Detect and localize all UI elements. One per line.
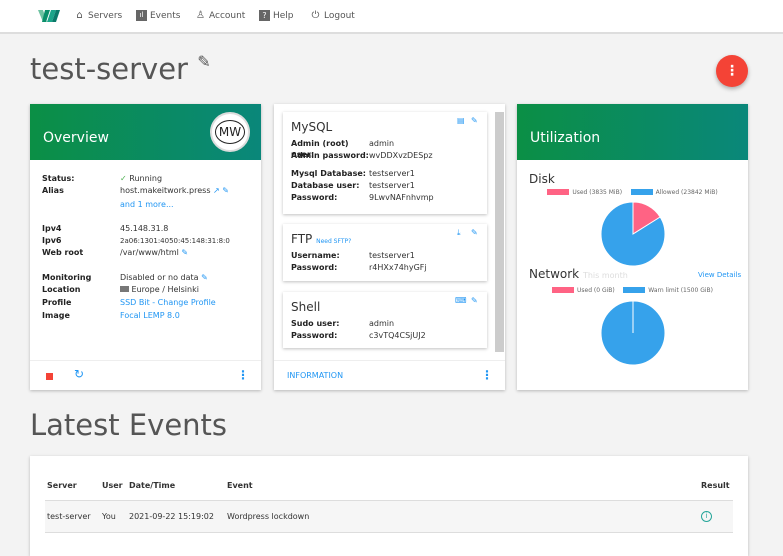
edit-ftp-icon[interactable]: ✎ [471, 228, 478, 237]
help-icon: ? [259, 10, 270, 21]
edit-shell-icon[interactable]: ✎ [471, 296, 478, 305]
nav-account[interactable]: ♙ Account [195, 10, 245, 21]
need-sftp-link[interactable]: Need SFTP? [316, 238, 351, 245]
nav-help[interactable]: ? Help [259, 10, 294, 21]
alias-row: Alias host.makeitwork.press ↗ ✎ [42, 186, 229, 195]
legend-item[interactable]: Allowed (23842 MiB) [630, 189, 718, 196]
ftp-title: FTP Need SFTP? [291, 232, 352, 246]
database-icon[interactable]: ▤ [457, 116, 465, 125]
status-row: Status: ✓ Running [42, 174, 163, 183]
ipv6-row: Ipv6 2a06:1301:4050:45:148:31:8:0 [42, 236, 230, 245]
server-menu-button[interactable]: ⋮ [716, 55, 748, 87]
mysql-title: MySQL [291, 120, 333, 134]
logo[interactable] [38, 8, 60, 24]
utilization-card: Utilization Disk Used (3835 MiB) Allowed… [517, 104, 748, 390]
image-link[interactable]: Focal LEMP 8.0 [120, 310, 180, 322]
information-card: MySQL ▤ ✎ Admin (root) user: admin Admin p… [274, 104, 505, 390]
edit-webroot-icon[interactable]: ✎ [181, 248, 188, 257]
edit-icon[interactable]: ✎ [197, 52, 210, 71]
webroot-row: Web root/var/www/html ✎ [42, 248, 189, 257]
monitoring-row: Monitoring Disabled or no data ✎ [42, 273, 208, 282]
col-user: User [102, 481, 123, 491]
cell-user: You [100, 499, 127, 533]
nav-events[interactable]: ıl Events [136, 10, 180, 21]
shell-card: Shell ⌨ ✎ Sudo user: admin Password: c3vTQ4… [283, 292, 487, 348]
home-icon: ⌂ [76, 10, 83, 21]
utilization-title: Utilization [530, 130, 601, 146]
overview-card: Overview MW Status: ✓ Running Alias host.m… [30, 104, 261, 390]
disk-pie [600, 201, 666, 267]
col-server: Server [47, 481, 77, 491]
overview-menu-button[interactable]: ⋮ [237, 368, 249, 382]
legend-item[interactable]: Used (0 GiB) [551, 287, 615, 294]
events-card: Server User Date/Time Event Result test-… [30, 456, 748, 556]
restart-button[interactable]: ↻ [74, 367, 84, 381]
server-logo: MW [210, 112, 250, 152]
edit-mysql-icon[interactable]: ✎ [471, 116, 478, 125]
legend-item[interactable]: Used (3835 MiB) [547, 189, 622, 196]
profile-row: Profile SSD Bit - Change Profile [42, 297, 216, 309]
overview-footer: ↻ ⋮ [30, 360, 261, 390]
stop-button[interactable] [46, 373, 53, 380]
top-nav: ⌂ Servers ıl Events ♙ Account ? Help ⏻ Logout [0, 0, 783, 34]
cell-result: i [699, 499, 733, 533]
ipv4-row: Ipv4 45.148.31.8 [42, 224, 169, 233]
info-footer: INFORMATION ⋮ [274, 360, 505, 390]
edit-monitoring-icon[interactable]: ✎ [201, 273, 208, 282]
info-icon[interactable]: i [701, 510, 712, 522]
power-icon: ⏻ [311, 10, 320, 21]
network-pie [600, 300, 666, 366]
nav-servers[interactable]: ⌂ Servers [74, 10, 122, 21]
nav-logout[interactable]: ⏻ Logout [310, 10, 355, 21]
cell-event: Wordpress lockdown [225, 499, 699, 533]
download-icon[interactable]: ⤓ [457, 228, 461, 238]
events-title: Latest Events [30, 408, 228, 442]
check-icon: ✓ [120, 174, 130, 183]
cell-server: test-server [45, 499, 100, 533]
image-row: Image Focal LEMP 8.0 [42, 310, 180, 322]
info-menu-button[interactable]: ⋮ [481, 368, 493, 382]
alias-more: and 1 more... [42, 199, 174, 211]
user-icon: ♙ [196, 10, 205, 21]
cell-datetime: 2021-09-22 15:19:02 [127, 499, 225, 533]
col-result: Result [701, 481, 730, 491]
utilization-header: Utilization [517, 104, 748, 160]
chart-icon: ıl [136, 10, 147, 21]
ftp-card: FTP Need SFTP? ⤓ ✎ Username: testserver1 P… [283, 224, 487, 281]
table-row[interactable]: test-server You 2021-09-22 15:19:02 Word… [45, 499, 733, 533]
disk-legend: Used (3835 MiB) Allowed (23842 MiB) [517, 188, 748, 197]
keyboard-icon[interactable]: ⌨ [455, 296, 467, 305]
change-profile-link[interactable]: SSD Bit - Change Profile [120, 297, 216, 309]
view-details-link[interactable]: View Details [698, 271, 741, 279]
legend-item[interactable]: Warn limit (1500 GiB) [623, 287, 713, 294]
edit-alias-icon[interactable]: ✎ [222, 186, 229, 195]
disk-title: Disk [529, 172, 555, 186]
mysql-card: MySQL ▤ ✎ Admin (root) user: admin Admin p… [283, 112, 487, 214]
information-link[interactable]: INFORMATION [287, 371, 343, 380]
events-table: Server User Date/Time Event Result test-… [45, 472, 733, 533]
network-legend: Used (0 GiB) Warn limit (1500 GiB) [517, 286, 748, 295]
location-row: Location Europe / Helsinki [42, 285, 199, 294]
external-link-icon[interactable]: ↗ [213, 186, 220, 195]
flag-icon [120, 286, 129, 292]
col-event: Event [227, 481, 253, 491]
page-title: test-server ✎ [30, 52, 211, 86]
overview-title: Overview [43, 130, 109, 146]
network-title: Network This month [529, 267, 628, 281]
alias-more-link[interactable]: and 1 more... [120, 199, 174, 211]
col-datetime: Date/Time [129, 481, 176, 491]
shell-title: Shell [291, 300, 321, 314]
scrollbar[interactable] [495, 112, 504, 352]
